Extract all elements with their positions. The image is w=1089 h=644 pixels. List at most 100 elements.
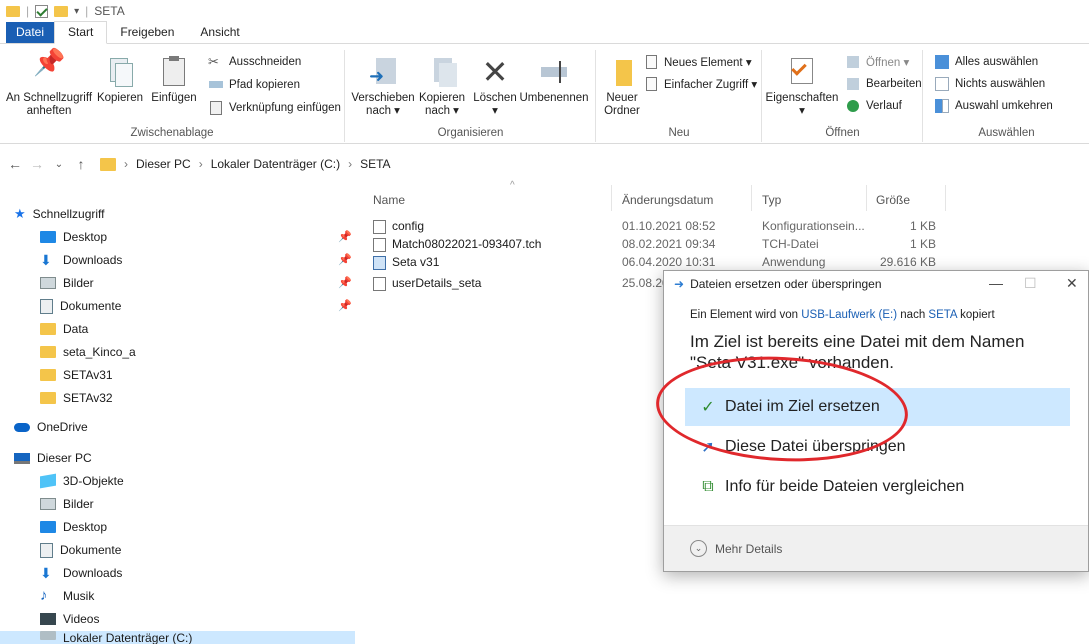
nav-pc-desktop[interactable]: Desktop (40, 516, 107, 538)
copy-icon (104, 56, 136, 88)
nav-desktop[interactable]: Desktop (40, 226, 107, 248)
delete-button[interactable]: ✕ Löschen ▾ (470, 56, 520, 118)
group-label-select: Auswählen (978, 127, 1035, 139)
more-details-button[interactable]: Mehr Details (715, 542, 782, 556)
select-none-icon (934, 76, 950, 92)
crumb-local-disk[interactable]: Lokaler Datenträger (C:) (211, 157, 340, 171)
new-folder-quick-icon[interactable] (54, 5, 69, 17)
nav-data[interactable]: Data (40, 318, 88, 340)
dialog-message: Ein Element wird von USB-Laufwerk (E:) n… (690, 309, 995, 321)
computer-icon (14, 452, 30, 464)
file-icon (373, 276, 386, 291)
nav-documents[interactable]: Dokumente (40, 295, 121, 317)
invert-selection-button[interactable]: Auswahl umkehren (934, 98, 1053, 114)
close-icon[interactable]: ✕ (1066, 275, 1078, 292)
column-header-name[interactable]: Name (373, 193, 405, 207)
tab-ansicht[interactable]: Ansicht (187, 22, 252, 43)
breadcrumb: › Dieser PC › Lokaler Datenträger (C:) ›… (100, 157, 391, 171)
pin-icon: 📌 (338, 231, 352, 243)
nav-setav32[interactable]: SETAv32 (40, 387, 113, 409)
pin-quick-access-button[interactable]: 📌 An Schnellzugriff anheften (4, 49, 94, 118)
navigation-pane: ★ Schnellzugriff Desktop 📌 ⬇ Downloads 📌 … (0, 185, 355, 644)
new-folder-icon (606, 56, 638, 88)
tab-freigeben[interactable]: Freigeben (107, 22, 187, 43)
paste-button[interactable]: Einfügen (146, 56, 202, 105)
dialog-title-bar: ➜ Dateien ersetzen oder überspringen — ☐… (664, 271, 1088, 297)
nav-3d-objects[interactable]: 3D-Objekte (40, 470, 124, 492)
nav-pc-documents[interactable]: Dokumente (40, 539, 121, 561)
recent-chevron-icon[interactable]: ⌄ (48, 159, 70, 170)
column-header-size[interactable]: Größe (876, 193, 910, 207)
window-title: SETA (94, 4, 125, 18)
paste-shortcut-button[interactable]: Verknüpfung einfügen (208, 100, 341, 116)
nav-pc-downloads[interactable]: ⬇ Downloads (40, 562, 122, 584)
open-icon (845, 54, 861, 70)
back-arrow-icon[interactable]: ← (4, 156, 26, 172)
nav-local-disk[interactable]: Lokaler Datenträger (C:) (0, 631, 355, 644)
tab-datei[interactable]: Datei (6, 22, 55, 43)
nav-videos[interactable]: Videos (40, 608, 99, 630)
group-open: Eigenschaften ▾ Öffnen ▾ Bearbeiten Verl… (763, 50, 923, 142)
replace-file-option[interactable]: ✓ Datei im Ziel ersetzen (685, 388, 1070, 426)
tab-start[interactable]: Start (54, 21, 108, 44)
crumb-this-pc[interactable]: Dieser PC (136, 157, 191, 171)
edit-icon (845, 76, 861, 92)
compare-files-option[interactable]: ⧉ Info für beide Dateien vergleichen (685, 468, 1070, 506)
crumb-seta[interactable]: SETA (360, 157, 390, 171)
properties-button[interactable]: Eigenschaften ▾ (765, 56, 839, 118)
properties-quick-icon[interactable] (35, 4, 49, 18)
download-arrow-icon: ⬇ (40, 565, 52, 581)
column-header-date[interactable]: Änderungsdatum (622, 193, 713, 207)
copy-button[interactable]: Kopieren (92, 56, 148, 105)
nav-seta-kinco[interactable]: seta_Kinco_a (40, 341, 136, 363)
history-icon (845, 98, 861, 114)
group-label-organize: Organisieren (437, 127, 504, 139)
nav-pc-pictures[interactable]: Bilder (40, 493, 94, 515)
edit-button[interactable]: Bearbeiten (845, 76, 922, 92)
copy-to-button[interactable]: Kopieren nach ▾ (416, 56, 468, 118)
app-icon (373, 255, 386, 270)
copy-path-button[interactable]: Pfad kopieren (208, 77, 300, 93)
music-note-icon: ♪ (40, 587, 48, 604)
new-folder-button[interactable]: Neuer Ordner (599, 56, 645, 118)
shortcut-icon (208, 100, 224, 116)
properties-check-icon (786, 56, 818, 88)
select-all-button[interactable]: Alles auswählen (934, 54, 1038, 70)
forward-arrow-icon[interactable]: → (26, 156, 48, 172)
nav-music[interactable]: ♪ Musik (40, 585, 94, 607)
download-arrow-icon: ⬇ (40, 252, 52, 268)
minimize-icon[interactable]: — (989, 275, 1003, 291)
easy-access-button[interactable]: Einfacher Zugriff ▾ (643, 76, 757, 92)
nav-quick-access[interactable]: ★ Schnellzugriff (14, 203, 104, 225)
up-arrow-icon[interactable]: ↑ (70, 156, 92, 172)
new-item-button[interactable]: Neues Element ▾ (643, 54, 752, 70)
nav-onedrive[interactable]: OneDrive (14, 416, 88, 438)
history-button[interactable]: Verlauf (845, 98, 902, 114)
ribbon: 📌 An Schnellzugriff anheften Kopieren Ei… (0, 44, 1089, 144)
select-none-button[interactable]: Nichts auswählen (934, 76, 1045, 92)
column-header-type[interactable]: Typ (762, 193, 781, 207)
open-button[interactable]: Öffnen ▾ (845, 54, 909, 70)
nav-pictures[interactable]: Bilder (40, 272, 94, 294)
table-row[interactable]: config (373, 219, 424, 237)
folder-icon (100, 157, 116, 171)
nav-this-pc[interactable]: Dieser PC (14, 447, 92, 469)
table-row[interactable]: Match08022021-093407.tch (373, 237, 541, 255)
table-row[interactable]: userDetails_seta (373, 276, 481, 294)
destination-link[interactable]: SETA (928, 309, 957, 321)
source-link[interactable]: USB-Laufwerk (E:) (801, 309, 897, 321)
rename-button[interactable]: Umbenennen (518, 56, 590, 105)
group-label-clipboard: Zwischenablage (130, 127, 214, 139)
dialog-headline: Im Ziel ist bereits eine Datei mit dem N… (690, 332, 1025, 372)
folder-icon (40, 346, 56, 358)
expand-chevron-icon[interactable]: ⌄ (690, 540, 707, 557)
nav-setav31[interactable]: SETAv31 (40, 364, 113, 386)
nav-downloads[interactable]: ⬇ Downloads (40, 249, 122, 271)
table-row[interactable]: Seta v31 (373, 255, 439, 273)
desktop-icon (40, 231, 56, 243)
qa-dropdown-icon[interactable]: ▾ (74, 6, 79, 17)
cut-button[interactable]: ✂ Ausschneiden (208, 54, 301, 70)
folder-icon (40, 323, 56, 335)
move-to-button[interactable]: ➜ Verschieben nach ▾ (350, 56, 416, 118)
skip-file-option[interactable]: ➚ Diese Datei überspringen (685, 428, 1070, 466)
